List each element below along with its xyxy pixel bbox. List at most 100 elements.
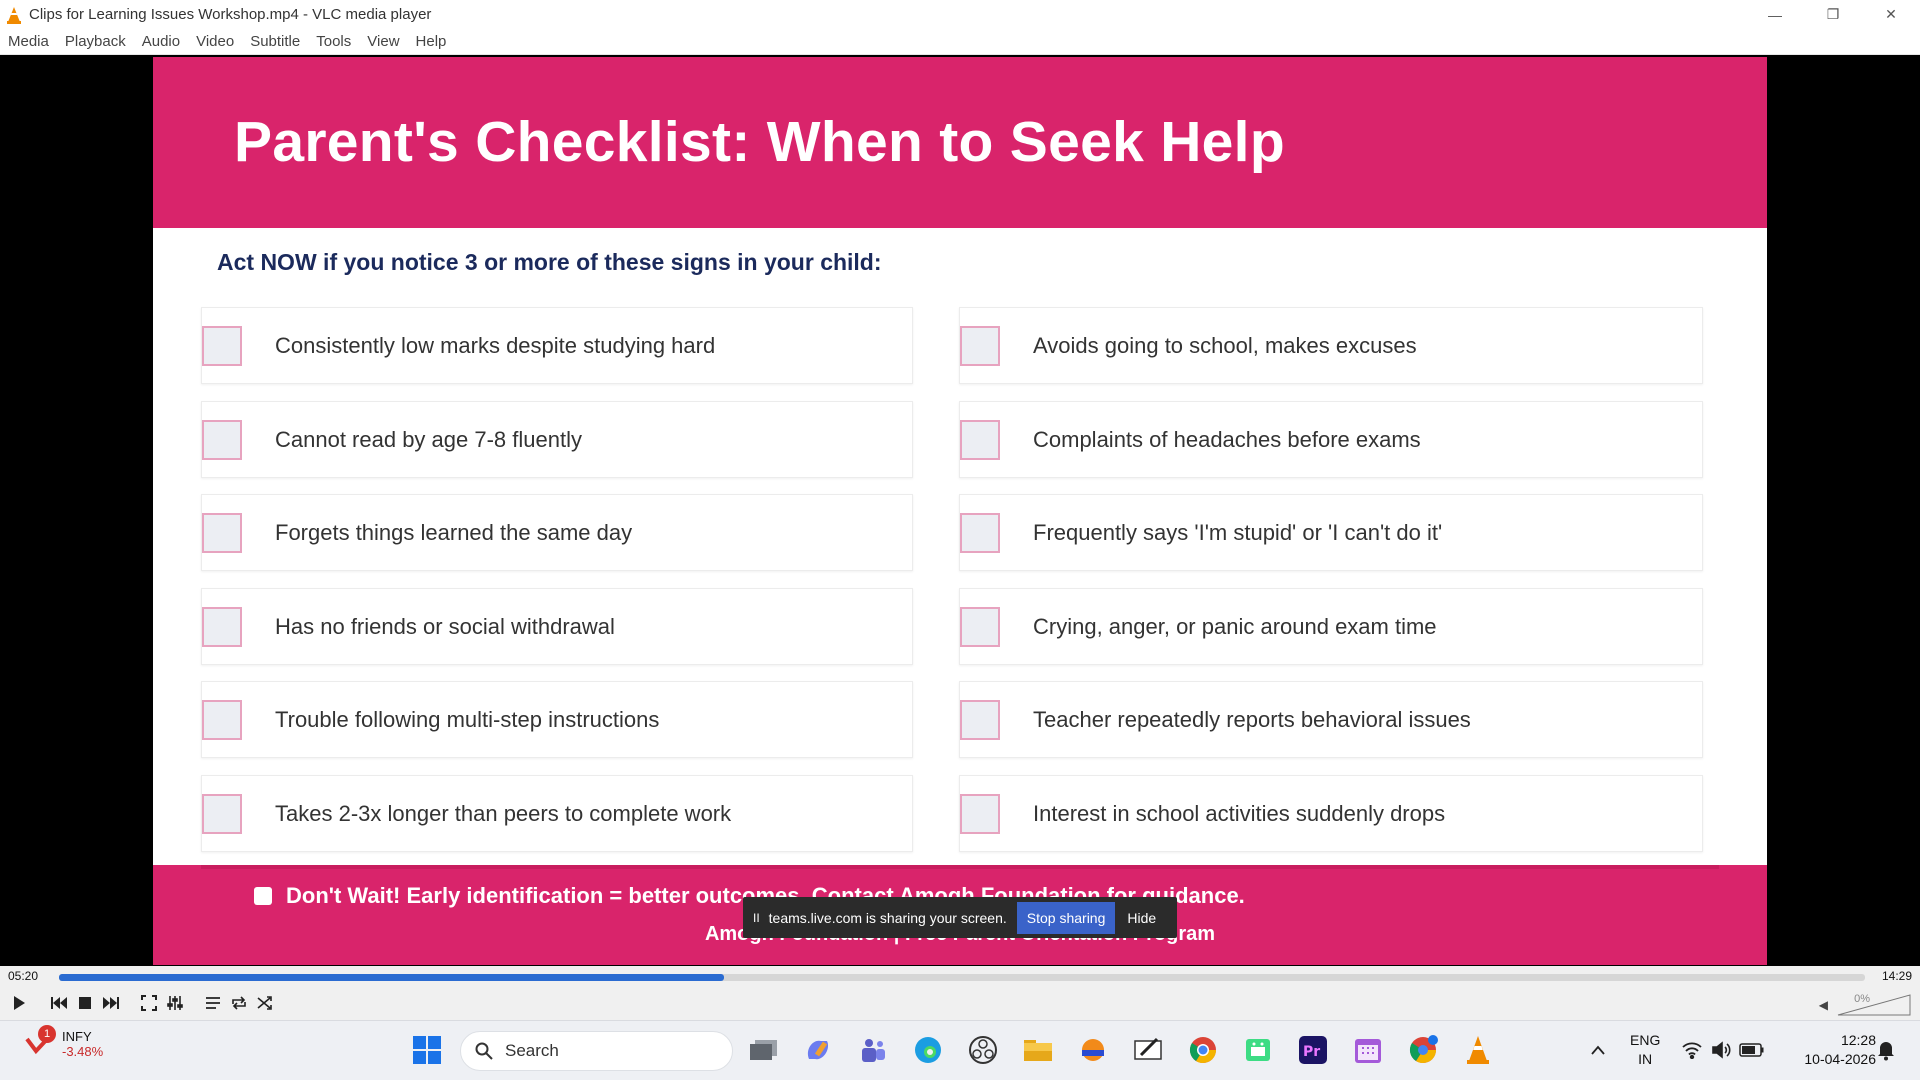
loop-button[interactable] (228, 992, 250, 1014)
vlc-taskbar-button[interactable] (1461, 1033, 1495, 1067)
calendar-button[interactable] (1351, 1033, 1385, 1067)
video-area[interactable]: Parent's Checklist: When to Seek Help Ac… (0, 55, 1920, 966)
next-button[interactable] (100, 992, 122, 1014)
checklist-item: Avoids going to school, makes excuses (959, 307, 1703, 384)
chrome-profile-icon (1409, 1035, 1438, 1064)
taskbar-search[interactable]: Search (460, 1031, 733, 1071)
extended-settings-button[interactable] (164, 992, 186, 1014)
checklist-label: Consistently low marks despite studying … (275, 332, 716, 358)
checklist-item: Crying, anger, or panic around exam time (959, 588, 1703, 665)
start-button[interactable] (410, 1033, 444, 1067)
checklist-label: Complaints of headaches before exams (1033, 426, 1421, 452)
checkbox-icon (960, 793, 1000, 834)
menu-subtitle[interactable]: Subtitle (242, 33, 308, 50)
player-controls: 05:20 14:29 ◀ 0% (0, 966, 1920, 1020)
minimize-button[interactable]: — (1746, 0, 1804, 29)
input-language[interactable]: ENG IN (1630, 1031, 1660, 1069)
close-button[interactable]: ✕ (1862, 0, 1920, 29)
menu-playback[interactable]: Playback (57, 33, 134, 50)
checklist-label: Avoids going to school, makes excuses (1033, 332, 1417, 358)
checklist-item: Takes 2-3x longer than peers to complete… (201, 775, 913, 852)
copilot-button[interactable] (801, 1033, 835, 1067)
android-studio-button[interactable] (1241, 1033, 1275, 1067)
language-code: ENG (1630, 1032, 1661, 1048)
task-view-button[interactable] (747, 1033, 781, 1067)
bell-icon (1878, 1042, 1894, 1061)
vlc-cone-icon (1467, 1036, 1489, 1064)
chrome-profile-button[interactable] (1406, 1033, 1440, 1067)
premiere-pro-button[interactable]: Pr (1296, 1033, 1330, 1067)
slide-title: Parent's Checklist: When to Seek Help (234, 110, 1285, 174)
speaker-icon (1712, 1041, 1731, 1059)
checklist-item: Teacher repeatedly reports behavioral is… (959, 681, 1703, 758)
notifications-button[interactable] (1869, 1033, 1903, 1067)
teams-icon (862, 1039, 885, 1062)
teams-button[interactable] (856, 1033, 890, 1067)
window-title: Clips for Learning Issues Workshop.mp4 -… (29, 6, 432, 23)
menu-view[interactable]: View (359, 33, 407, 50)
pause-icon: II (753, 910, 760, 925)
loop-icon (232, 996, 246, 1010)
chevron-up-icon (1591, 1045, 1605, 1055)
battery-status[interactable] (1735, 1033, 1769, 1067)
menu-tools[interactable]: Tools (308, 33, 359, 50)
play-button[interactable] (8, 992, 30, 1014)
system-clock[interactable]: 12:28 10-04-2026 (1804, 1031, 1876, 1069)
window-controls: — ❐ ✕ (1746, 0, 1920, 29)
previous-button[interactable] (48, 992, 70, 1014)
menu-media[interactable]: Media (0, 33, 57, 50)
total-time: 14:29 (1881, 969, 1912, 983)
menu-bar: Media Playback Audio Video Subtitle Tool… (0, 29, 1920, 55)
checkbox-icon (202, 793, 242, 834)
checklist-label: Cannot read by age 7-8 fluently (275, 426, 582, 452)
whiteboard-button[interactable] (1131, 1033, 1165, 1067)
shuffle-button[interactable] (254, 992, 276, 1014)
checkbox-icon (960, 606, 1000, 647)
checklist-item: Consistently low marks despite studying … (201, 307, 913, 384)
edge-button[interactable] (911, 1033, 945, 1067)
show-hidden-icons-button[interactable] (1581, 1033, 1615, 1067)
checklist-label: Crying, anger, or panic around exam time (1033, 613, 1437, 639)
obs-button[interactable] (966, 1033, 1000, 1067)
chrome-button[interactable] (1186, 1033, 1220, 1067)
chrome-icon (1189, 1037, 1217, 1064)
clock-date: 10-04-2026 (1804, 1051, 1876, 1067)
previous-icon (51, 997, 67, 1009)
volume-status[interactable] (1705, 1033, 1739, 1067)
screen-share-banner: II teams.live.com is sharing your screen… (743, 897, 1177, 938)
stock-widget[interactable]: 1 INFY -3.48% (24, 1025, 103, 1059)
app-button-orange[interactable] (1076, 1033, 1110, 1067)
fullscreen-button[interactable] (138, 992, 160, 1014)
seek-bar[interactable] (59, 974, 1865, 981)
windows-taskbar: 1 INFY -3.48% Search Pr ENG IN 12:28 10-… (0, 1020, 1920, 1080)
stock-symbol: INFY (62, 1029, 92, 1044)
stop-button[interactable] (74, 992, 96, 1014)
menu-video[interactable]: Video (188, 33, 242, 50)
checklist-label: Has no friends or social withdrawal (275, 613, 615, 639)
svg-text:Pr: Pr (1303, 1044, 1320, 1060)
playlist-button[interactable] (202, 992, 224, 1014)
android-icon (1246, 1039, 1270, 1061)
checklist-label: Interest in school activities suddenly d… (1033, 800, 1446, 826)
volume-mute-icon[interactable]: ◀ (1819, 998, 1828, 1012)
restore-button[interactable]: ❐ (1804, 0, 1862, 29)
checklist-item: Interest in school activities suddenly d… (959, 775, 1703, 852)
volume-slider[interactable] (1836, 993, 1912, 1017)
hide-banner-button[interactable]: Hide (1127, 910, 1156, 926)
wifi-icon (1682, 1042, 1702, 1059)
volume-level: 0% (1854, 993, 1870, 1005)
checkbox-icon (202, 606, 242, 647)
menu-audio[interactable]: Audio (134, 33, 188, 50)
menu-help[interactable]: Help (408, 33, 455, 50)
checkbox-icon (202, 512, 242, 553)
obs-icon (969, 1036, 997, 1064)
vlc-cone-icon (7, 6, 21, 24)
share-message: teams.live.com is sharing your screen. (768, 909, 1007, 926)
notification-badge: 1 (38, 1025, 56, 1043)
wifi-status[interactable] (1675, 1033, 1709, 1067)
checkbox-icon (202, 325, 242, 366)
stop-sharing-button[interactable]: Stop sharing (1016, 901, 1116, 934)
presentation-slide: Parent's Checklist: When to Seek Help Ac… (153, 57, 1767, 965)
file-explorer-button[interactable] (1021, 1033, 1055, 1067)
checkbox-icon (960, 512, 1000, 553)
